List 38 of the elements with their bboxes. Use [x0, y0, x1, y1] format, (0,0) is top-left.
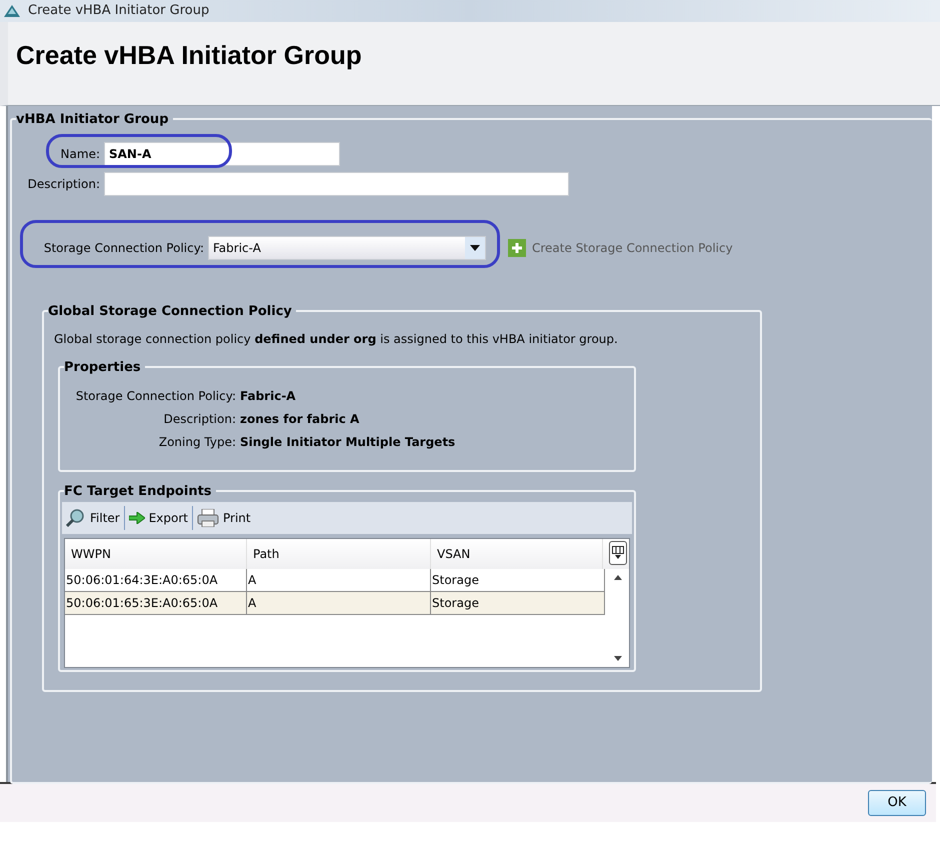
- column-chooser-button[interactable]: [609, 541, 627, 565]
- columns-icon: [612, 546, 624, 560]
- caret-icon: [470, 245, 480, 251]
- arrow-icon: [128, 512, 145, 524]
- field-label: Storage Connection Policy:: [42, 240, 205, 257]
- export-button[interactable]: Export: [126, 505, 190, 531]
- table-row[interactable]: 50:06:01:65:3E:A0:65:0A A Storage: [65, 592, 605, 615]
- name-field[interactable]: SAN-A: [104, 142, 340, 166]
- plus-icon: [508, 239, 526, 257]
- table-row[interactable]: 50:06:01:64:3E:A0:65:0A A Storage: [65, 569, 605, 592]
- property-label: Zoning Type:: [158, 434, 237, 450]
- policy-note: Global storage connection policy defined under org is assigned to this vHBA initiator group.: [54, 331, 619, 348]
- table-cell: A: [247, 592, 431, 614]
- table-cell: Storage: [431, 569, 605, 591]
- description-field[interactable]: [104, 172, 569, 196]
- filter-button[interactable]: Filter: [64, 505, 122, 531]
- scroll-up-icon[interactable]: [614, 575, 622, 580]
- scroll-down-icon[interactable]: [614, 656, 622, 661]
- table-cell: Storage: [431, 592, 605, 614]
- property-value: Single Initiator Multiple Targets: [240, 434, 456, 450]
- dialog-heading: Create vHBA Initiator Group: [16, 39, 363, 72]
- printer-icon: [197, 509, 219, 527]
- window-title: Create vHBA Initiator Group: [28, 2, 210, 20]
- policy-dropdown[interactable]: Fabric-A: [208, 236, 486, 260]
- property-value: Fabric-A: [240, 388, 296, 404]
- field-label: Description:: [26, 176, 101, 193]
- print-button[interactable]: Print: [195, 505, 253, 531]
- ok-button[interactable]: OK: [868, 790, 926, 816]
- property-label: Storage Connection Policy:: [74, 388, 237, 404]
- field-label: Name:: [60, 146, 101, 163]
- magnifier-icon: [66, 509, 86, 527]
- create-policy-link[interactable]: Create Storage Connection Policy: [508, 239, 733, 257]
- table-cell: 50:06:01:64:3E:A0:65:0A: [65, 569, 247, 591]
- property-label: Description:: [162, 410, 237, 428]
- property-value: zones for fabric A: [240, 410, 360, 428]
- table-cell: A: [247, 569, 431, 591]
- app-icon: [4, 5, 20, 17]
- table-cell: 50:06:01:65:3E:A0:65:0A: [65, 592, 247, 614]
